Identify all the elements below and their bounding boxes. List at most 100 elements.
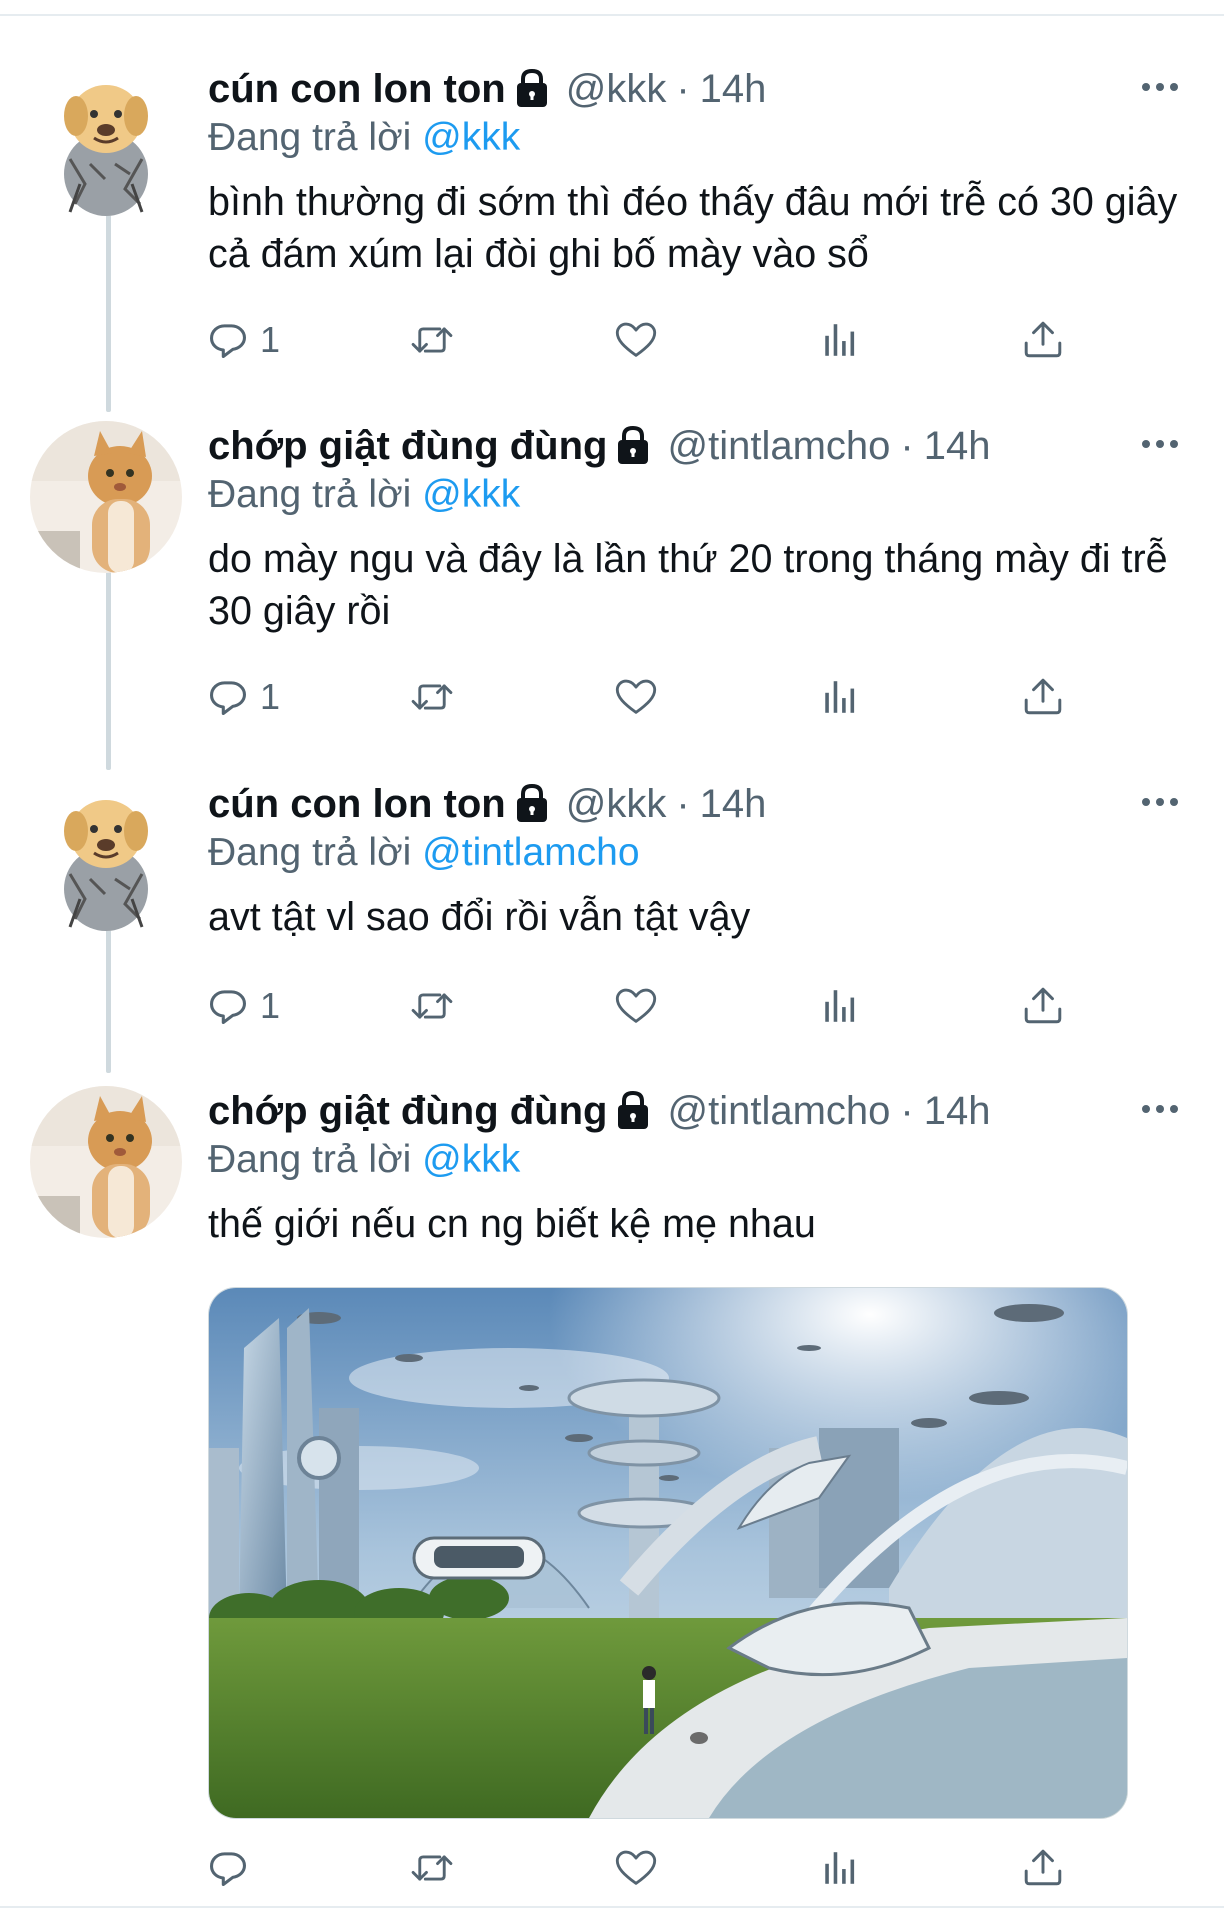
display-name[interactable]: cún con lon ton [208,779,506,829]
action-bar: 1 [208,667,1088,727]
reply-button[interactable]: 1 [208,976,280,1036]
handle[interactable]: @kkk [566,779,667,829]
analytics-button[interactable] [820,310,860,370]
tweet-text: bình thường đi sớm thì đéo thấy đâu mới … [208,180,1178,276]
reply-icon [210,1852,246,1886]
tweet-text: thế giới nếu cn ng biết kệ mẹ nhau [208,1202,816,1246]
reply-mention[interactable]: @tintlamcho [422,831,639,874]
reply-context: Đang trả lời @kkk [208,112,520,164]
like-icon [615,322,657,357]
reply-icon [210,990,246,1024]
analytics-icon [825,1852,855,1884]
separator: · [900,424,914,468]
analytics-button[interactable] [820,1838,860,1898]
timestamp[interactable]: 14h [700,779,767,829]
timestamp[interactable]: 14h [700,64,767,114]
reply-button[interactable]: 1 [208,310,280,370]
reply-icon [210,681,246,715]
retweet-icon [411,684,453,710]
like-button[interactable] [614,310,658,370]
more-icon[interactable] [1140,72,1180,102]
avatar[interactable] [30,421,182,573]
reply-count: 1 [260,985,281,1026]
tweet-header: chớp giật đùng đùng @tintlamcho · 14h [208,1086,990,1136]
reply-button[interactable] [208,1838,260,1898]
avatar[interactable] [30,779,182,931]
share-button[interactable] [1022,1838,1064,1898]
analytics-icon [825,324,855,356]
retweet-button[interactable] [408,1838,456,1898]
lock-icon [613,1090,653,1132]
display-name[interactable]: cún con lon ton [208,64,506,114]
reply-icon [210,324,246,358]
display-name[interactable]: chớp giật đùng đùng [208,1086,607,1136]
retweet-icon [411,327,453,353]
reply-prefix: Đang trả lời [208,473,412,516]
tweet[interactable]: cún con lon ton @kkk · 14h Đang trả lời … [0,779,1224,1039]
share-button[interactable] [1022,667,1064,727]
timestamp[interactable]: 14h [924,421,991,471]
share-icon [1024,678,1062,715]
reply-prefix: Đang trả lời [208,831,412,874]
display-name[interactable]: chớp giật đùng đùng [208,421,607,471]
share-icon [1024,987,1062,1024]
reply-prefix: Đang trả lời [208,1138,412,1181]
share-icon [1024,1849,1062,1886]
handle[interactable]: @tintlamcho [667,1086,890,1136]
reply-context: Đang trả lời @tintlamcho [208,827,640,879]
lock-icon [512,783,552,825]
separator: · [900,1089,914,1133]
tweet-header: cún con lon ton @kkk · 14h [208,779,766,829]
analytics-button[interactable] [820,976,860,1036]
handle[interactable]: @kkk [566,64,667,114]
analytics-icon [825,990,855,1022]
analytics-icon [825,681,855,713]
share-button[interactable] [1022,976,1064,1036]
reply-mention[interactable]: @kkk [422,473,520,516]
reply-context: Đang trả lời @kkk [208,1134,520,1186]
reply-prefix: Đang trả lời [208,116,412,159]
retweet-icon [411,1855,453,1881]
tweet[interactable]: cún con lon ton @kkk · 14h Đang trả lời … [0,64,1224,364]
futuristic-city-image [209,1288,1127,1818]
retweet-button[interactable] [408,667,456,727]
like-button[interactable] [614,667,658,727]
like-button[interactable] [614,976,658,1036]
share-icon [1024,321,1062,358]
like-icon [615,679,657,714]
like-icon [615,988,657,1023]
reply-button[interactable]: 1 [208,667,280,727]
analytics-button[interactable] [820,667,860,727]
more-icon[interactable] [1140,787,1180,817]
top-divider [0,14,1224,16]
tweet-header: chớp giật đùng đùng @tintlamcho · 14h [208,421,990,471]
avatar[interactable] [30,1086,182,1238]
lock-icon [613,425,653,467]
tweet-media-image[interactable] [208,1287,1128,1819]
action-bar: 1 [208,976,1088,1036]
handle[interactable]: @tintlamcho [667,421,890,471]
tweet[interactable]: chớp giật đùng đùng @tintlamcho · 14h Đa… [0,421,1224,721]
more-icon[interactable] [1140,429,1180,459]
action-bar [208,1838,1088,1898]
action-bar: 1 [208,310,1088,370]
tweet-header: cún con lon ton @kkk · 14h [208,64,766,114]
reply-mention[interactable]: @kkk [422,1138,520,1181]
reply-context: Đang trả lời @kkk [208,469,520,521]
share-button[interactable] [1022,310,1064,370]
like-icon [615,1850,657,1885]
avatar[interactable] [30,64,182,216]
separator: · [676,782,690,826]
tweet-text: avt tật vl sao đổi rồi vẫn tật vậy [208,895,751,939]
reply-mention[interactable]: @kkk [422,116,520,159]
more-icon[interactable] [1140,1094,1180,1124]
retweet-button[interactable] [408,976,456,1036]
lock-icon [512,68,552,110]
timestamp[interactable]: 14h [924,1086,991,1136]
like-button[interactable] [614,1838,658,1898]
reply-count: 1 [260,319,281,360]
reply-count: 1 [260,676,281,717]
tweet-text: do mày ngu và đây là lần thứ 20 trong th… [208,537,1168,633]
retweet-button[interactable] [408,310,456,370]
separator: · [676,67,690,111]
